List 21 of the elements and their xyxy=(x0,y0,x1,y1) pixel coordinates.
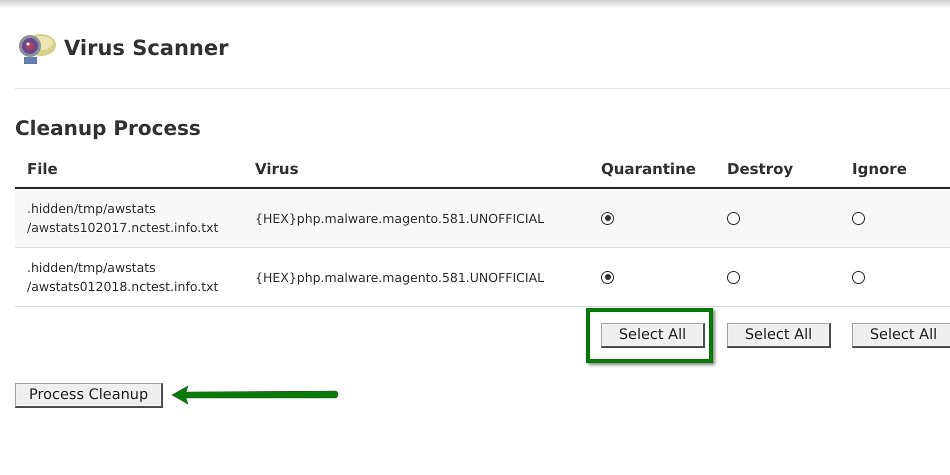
table-cell-text: {HEX}php.malware.magento.581.UNOFFICIAL xyxy=(254,268,544,286)
column-header: Ignore xyxy=(851,160,907,178)
column-header: Quarantine xyxy=(600,160,696,178)
select-all-button[interactable]: Select All xyxy=(727,322,831,348)
table-cell-text: .hidden/tmp/awstats /awstats102017.nctest.info.txt xyxy=(26,200,218,237)
table-cell-text: {HEX}php.malware.magento.581.UNOFFICIAL xyxy=(254,210,544,228)
select-all-button[interactable]: Select All xyxy=(601,322,705,348)
radio-button[interactable] xyxy=(852,270,865,284)
column-header: Virus xyxy=(254,160,298,178)
radio-button[interactable] xyxy=(727,212,740,224)
column-header: File xyxy=(26,160,58,178)
select-all-button[interactable]: Select All xyxy=(852,322,950,348)
page-title: Virus Scanner xyxy=(64,36,228,60)
radio-button[interactable] xyxy=(601,212,614,224)
column-header: Destroy xyxy=(726,160,794,178)
section-heading: Cleanup Process xyxy=(15,116,202,140)
table-cell-text: .hidden/tmp/awstats /awstats012018.nctest.info.txt xyxy=(26,259,218,296)
radio-button[interactable] xyxy=(727,270,740,284)
radio-button[interactable] xyxy=(852,212,865,224)
process-cleanup-button[interactable]: Process Cleanup xyxy=(15,383,164,408)
radio-button[interactable] xyxy=(601,270,614,284)
